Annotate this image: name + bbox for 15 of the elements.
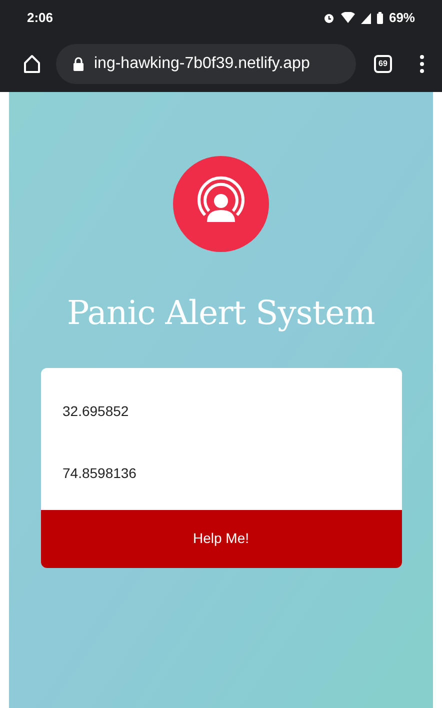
tab-count-button[interactable]: 69: [374, 55, 392, 73]
battery-icon: [376, 12, 383, 24]
home-icon[interactable]: [22, 54, 42, 74]
lock-icon: [73, 57, 84, 71]
page-title: Panic Alert System: [67, 292, 375, 334]
alarm-clock-icon: [322, 12, 335, 24]
more-menu-icon[interactable]: [420, 55, 424, 73]
address-bar[interactable]: ing-hawking-7b0f39.netlify.app: [56, 44, 356, 84]
help-button[interactable]: Help Me!: [40, 510, 402, 568]
url-text: ing-hawking-7b0f39.netlify.app: [94, 54, 310, 74]
status-time: 2:06: [27, 9, 54, 28]
wifi-icon: [340, 12, 355, 24]
battery-percent: 69%: [388, 9, 415, 28]
signal-icon: [360, 12, 371, 24]
alert-person-icon: [173, 156, 269, 252]
